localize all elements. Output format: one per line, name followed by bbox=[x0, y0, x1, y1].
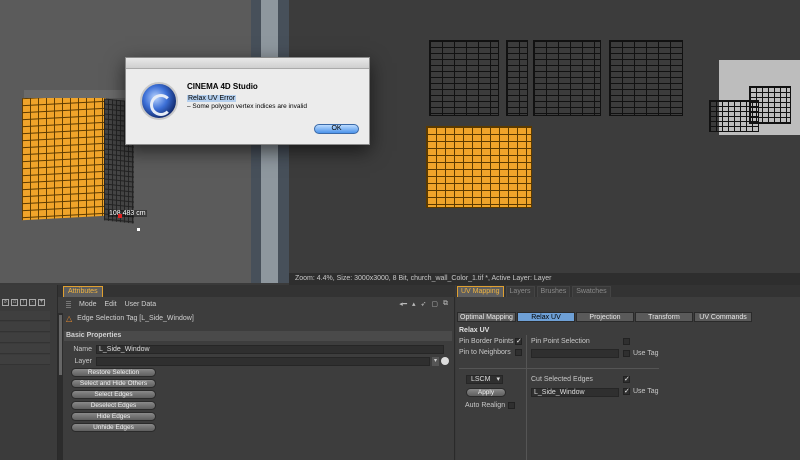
list-item[interactable] bbox=[0, 344, 50, 354]
attributes-panel[interactable]: Attributes Mode Edit User Data ◂━ ▴ ➶ ▢ … bbox=[58, 285, 455, 460]
lock-icon[interactable]: ▢ bbox=[431, 300, 438, 308]
uv-island-2[interactable] bbox=[506, 40, 528, 116]
use-tag-1-checkbox[interactable] bbox=[623, 350, 630, 357]
tab-brushes[interactable]: Brushes bbox=[536, 286, 571, 297]
unhide-edges-button[interactable]: Unhide Edges bbox=[71, 423, 156, 432]
uv-island-selected[interactable] bbox=[426, 126, 532, 208]
back-arrow-icon[interactable]: ◂━ bbox=[399, 300, 407, 308]
pin-point-selection-field[interactable] bbox=[531, 349, 619, 358]
subtab-projection[interactable]: Projection bbox=[576, 312, 634, 322]
dialog-heading: Relax UV Error bbox=[187, 95, 237, 102]
pin-border-points-checkbox[interactable]: ✓ bbox=[515, 338, 522, 345]
pin-border-points-label: Pin Border Points bbox=[459, 338, 514, 345]
subtab-relax-uv[interactable]: Relax UV bbox=[517, 312, 575, 322]
warning-icon: △ bbox=[66, 314, 73, 323]
pin-point-selection-checkbox[interactable] bbox=[623, 338, 630, 345]
use-tag-1-label: Use Tag bbox=[633, 350, 659, 357]
attributes-tabbar: Attributes bbox=[58, 285, 455, 297]
cut-selected-edges-label: Cut Selected Edges bbox=[531, 376, 593, 383]
error-dialog[interactable]: CINEMA 4D Studio Relax UV Error – Some p… bbox=[125, 57, 370, 145]
auto-realign-label: Auto Realign bbox=[465, 402, 506, 409]
select-and-hide-others-button[interactable]: Select and Hide Others bbox=[71, 379, 156, 388]
attributes-scrollbar[interactable] bbox=[58, 313, 63, 460]
uv-tabbar: UV Mapping Layers Brushes Swatches bbox=[456, 285, 800, 297]
subtab-uv-commands[interactable]: UV Commands bbox=[694, 312, 752, 322]
list-item[interactable] bbox=[0, 311, 50, 321]
new-window-icon[interactable]: ⧉ bbox=[443, 300, 448, 308]
tab-layers[interactable]: Layers bbox=[505, 286, 535, 297]
uv-island-6[interactable] bbox=[749, 86, 791, 124]
attributes-menubar: Mode Edit User Data bbox=[58, 298, 455, 310]
dialog-titlebar[interactable] bbox=[126, 58, 369, 69]
method-value: LSCM bbox=[471, 376, 491, 383]
menu-edit[interactable]: Edit bbox=[105, 301, 117, 308]
pin-point-selection-label: Pin Point Selection bbox=[531, 338, 590, 345]
cut-edges-field[interactable]: L_Side_Window bbox=[531, 388, 619, 397]
uv-island-3[interactable] bbox=[533, 40, 601, 116]
lock-icon[interactable]: · bbox=[29, 299, 36, 306]
chevron-down-icon: ▾ bbox=[496, 376, 500, 383]
menu-user-data[interactable]: User Data bbox=[125, 301, 157, 308]
grip-icon[interactable] bbox=[66, 300, 71, 308]
uv-island-1[interactable] bbox=[429, 40, 499, 116]
pin-to-neighbors-label: Pin to Neighbors bbox=[459, 349, 511, 356]
select-edges-button[interactable]: Select Edges bbox=[71, 390, 156, 399]
cut-selected-edges-checkbox[interactable]: ✓ bbox=[623, 376, 630, 383]
layer-row: Layer ▾ bbox=[64, 356, 449, 366]
layer-field[interactable] bbox=[96, 356, 430, 366]
cinema4d-logo-icon bbox=[140, 82, 178, 120]
name-label: Name bbox=[73, 345, 92, 353]
list-item[interactable] bbox=[0, 322, 50, 332]
status-line: Zoom: 4.4%, Size: 3000x3000, 8 Bit, chur… bbox=[289, 273, 800, 285]
apply-button[interactable]: Apply bbox=[466, 388, 506, 397]
object-toolbar: ⌕ ⌂ ↑ · + bbox=[0, 297, 58, 308]
hide-edges-button[interactable]: Hide Edges bbox=[71, 412, 156, 421]
use-tag-2-checkbox[interactable]: ✓ bbox=[623, 388, 630, 395]
forward-arrow-icon[interactable]: ▴ bbox=[412, 300, 416, 308]
restore-selection-button[interactable]: Restore Selection bbox=[71, 368, 156, 377]
measurement-label: 108.483 cm bbox=[108, 210, 147, 217]
up-arrow-icon[interactable]: ↑ bbox=[20, 299, 27, 306]
measure-point[interactable] bbox=[137, 228, 140, 231]
name-row: Name L_Side_Window bbox=[64, 344, 444, 354]
layer-picker-icon[interactable] bbox=[441, 357, 449, 365]
subtab-optimal-mapping[interactable]: Optimal Mapping bbox=[457, 312, 516, 322]
use-tag-2-label: Use Tag bbox=[633, 388, 659, 395]
menu-mode[interactable]: Mode bbox=[79, 301, 97, 308]
layer-dropdown-icon[interactable]: ▾ bbox=[432, 356, 439, 366]
dialog-message: – Some polygon vertex indices are invali… bbox=[187, 103, 307, 110]
search-icon[interactable]: ⌕ bbox=[2, 299, 9, 306]
tag-title: Edge Selection Tag [L_Side_Window] bbox=[77, 315, 194, 322]
divider bbox=[526, 335, 527, 460]
list-item[interactable] bbox=[0, 355, 50, 365]
tab-uv-mapping[interactable]: UV Mapping bbox=[457, 286, 504, 297]
auto-realign-checkbox[interactable] bbox=[508, 402, 515, 409]
ok-button[interactable]: OK bbox=[314, 124, 359, 134]
new-icon[interactable]: + bbox=[38, 299, 45, 306]
attributes-nav: ◂━ ▴ ➶ ▢ ⧉ bbox=[399, 298, 448, 310]
layer-label: Layer bbox=[74, 357, 92, 365]
object-panel[interactable]: ⌕ ⌂ ↑ · + bbox=[0, 285, 58, 460]
tab-swatches[interactable]: Swatches bbox=[572, 286, 611, 297]
building-roof bbox=[24, 90, 132, 98]
dialog-app-name: CINEMA 4D Studio bbox=[187, 82, 258, 91]
uv-subtabs: Optimal Mapping Relax UV Projection Tran… bbox=[457, 312, 757, 322]
tab-attributes[interactable]: Attributes bbox=[63, 286, 103, 297]
separator bbox=[459, 368, 659, 369]
subtab-transform[interactable]: Transform bbox=[635, 312, 693, 322]
name-field[interactable]: L_Side_Window bbox=[96, 344, 444, 354]
uv-panel[interactable]: UV Mapping Layers Brushes Swatches Optim… bbox=[456, 285, 800, 460]
uv-island-4[interactable] bbox=[609, 40, 683, 116]
building-selected-face[interactable] bbox=[22, 93, 106, 221]
tag-header: △ Edge Selection Tag [L_Side_Window] bbox=[66, 314, 194, 323]
section-title[interactable]: Basic Properties bbox=[64, 331, 452, 341]
method-dropdown[interactable]: LSCM ▾ bbox=[466, 375, 503, 384]
pointer-icon[interactable]: ➶ bbox=[421, 300, 427, 308]
deselect-edges-button[interactable]: Deselect Edges bbox=[71, 401, 156, 410]
home-icon[interactable]: ⌂ bbox=[11, 299, 18, 306]
list-item[interactable] bbox=[0, 333, 50, 343]
measure-handle[interactable] bbox=[118, 214, 122, 218]
pin-to-neighbors-checkbox[interactable] bbox=[515, 349, 522, 356]
relax-uv-title: Relax UV bbox=[459, 327, 490, 334]
